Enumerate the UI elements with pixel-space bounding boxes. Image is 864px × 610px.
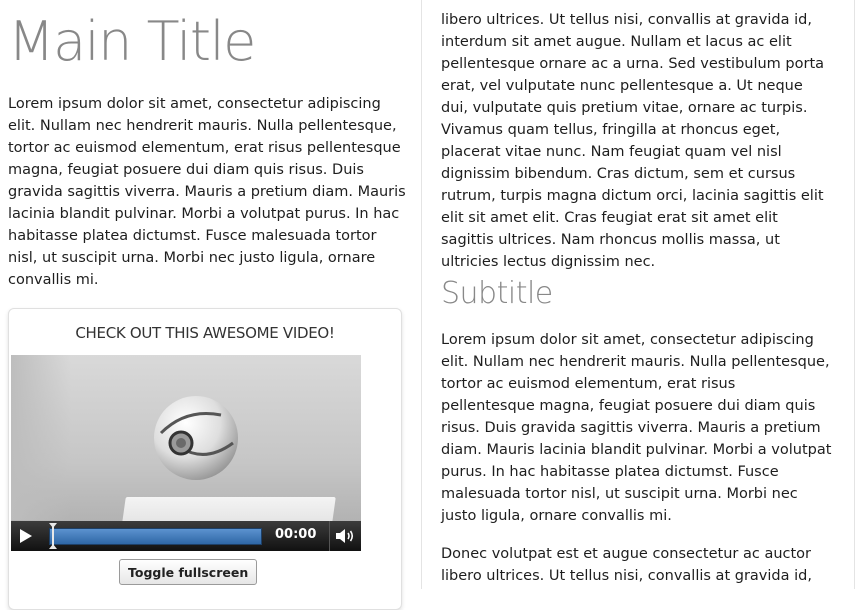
- video-wall-shadow: [11, 355, 71, 520]
- subtitle: Subtitle: [441, 276, 553, 311]
- video-sphere: [151, 393, 241, 483]
- video-controls: 00:00: [11, 521, 361, 551]
- right-paragraph-2: Lorem ipsum dolor sit amet, consectetur …: [441, 332, 832, 524]
- intro-paragraph: Lorem ipsum dolor sit amet, consectetur …: [8, 96, 406, 288]
- time-display: 00:00: [275, 527, 317, 542]
- toggle-fullscreen-button[interactable]: Toggle fullscreen: [119, 559, 258, 585]
- main-title: Main Title: [8, 10, 256, 73]
- controls-divider: [329, 521, 330, 551]
- progress-bar[interactable]: [49, 528, 262, 545]
- play-icon[interactable]: [15, 526, 37, 546]
- scrubber-handle[interactable]: [48, 522, 58, 550]
- right-paragraph-3: Donec volutpat est et augue consectetur …: [441, 546, 812, 584]
- volume-icon[interactable]: [335, 527, 355, 545]
- video-widget: CHECK OUT THIS AWESOME VIDEO! 00:00 Togg…: [8, 308, 402, 610]
- video-heading: CHECK OUT THIS AWESOME VIDEO!: [75, 324, 335, 342]
- right-paragraph-1: libero ultrices. Ut tellus nisi, convall…: [441, 12, 825, 270]
- left-column: Main Title Lorem ipsum dolor sit amet, c…: [0, 0, 412, 610]
